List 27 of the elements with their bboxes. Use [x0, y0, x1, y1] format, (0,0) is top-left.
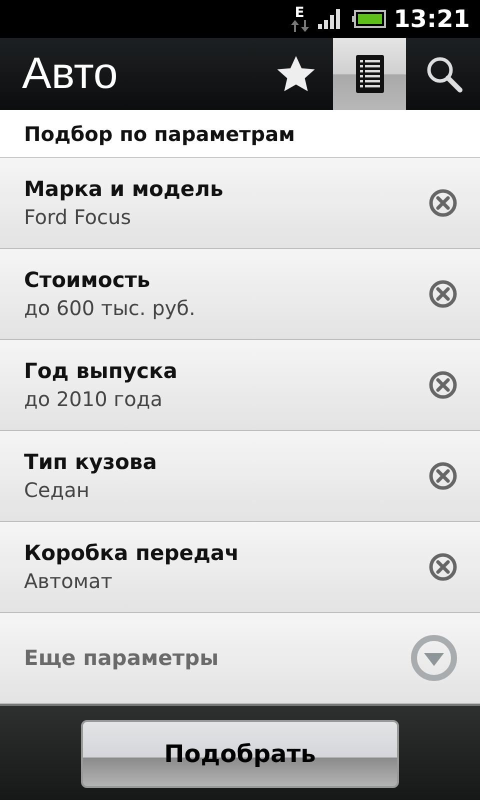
section-header: Подбор по параметрам: [24, 122, 295, 146]
data-arrows-icon: [290, 20, 310, 32]
search-icon: [424, 55, 462, 93]
filter-value: до 2010 года: [24, 387, 164, 411]
clear-icon[interactable]: [428, 552, 458, 582]
filter-label: Коробка передач: [24, 541, 240, 565]
filter-value: Автомат: [24, 569, 114, 593]
battery-icon: [352, 10, 386, 28]
network-type: E: [294, 6, 304, 20]
filter-label: Тип кузова: [24, 450, 158, 474]
filter-value: Ford Focus: [24, 205, 132, 229]
submit-button[interactable]: Подобрать: [81, 720, 399, 788]
clock-time: 13:21: [394, 5, 470, 33]
filter-label: Марка и модель: [24, 177, 224, 201]
app-title: Авто: [21, 49, 119, 99]
clear-icon[interactable]: [428, 279, 458, 309]
list-icon: [356, 55, 384, 93]
expand-icon[interactable]: [410, 634, 458, 682]
filter-value: Седан: [24, 478, 90, 502]
clear-icon[interactable]: [428, 188, 458, 218]
clear-icon[interactable]: [428, 370, 458, 400]
filter-label: Год выпуска: [24, 359, 178, 383]
toolbar-tab[interactable]: [333, 38, 406, 110]
star-icon: [276, 55, 316, 93]
filter-value: до 600 тыс. руб.: [24, 296, 196, 320]
filter-label: Стоимость: [24, 268, 152, 292]
clear-icon[interactable]: [428, 461, 458, 491]
